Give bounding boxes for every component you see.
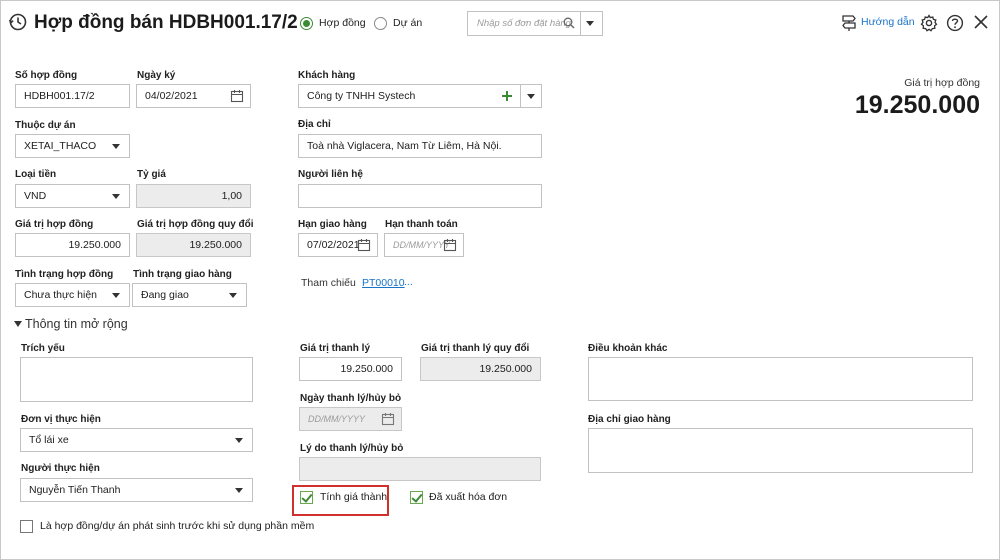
status-value: Chưa thực hiện: [24, 289, 98, 301]
performer-select[interactable]: Nguyễn Tiến Thanh: [20, 478, 253, 502]
chevron-down-icon[interactable]: [112, 293, 120, 298]
rate-label: Tỷ giá: [137, 169, 166, 180]
liquidation-date-label: Ngày thanh lý/hủy bỏ: [300, 393, 402, 404]
reference-link[interactable]: PT00010: [362, 277, 405, 289]
contract-no-input[interactable]: HDBH001.17/2: [15, 84, 130, 108]
unit-value: Tổ lái xe: [29, 434, 69, 446]
delivery-deadline-label: Hạn giao hàng: [298, 219, 367, 230]
liquidation-converted-input: 19.250.000: [420, 357, 541, 381]
currency-label: Loại tiền: [15, 169, 57, 180]
order-search-box[interactable]: Nhập số đơn đặt hàng: [467, 11, 603, 36]
calendar-icon[interactable]: [357, 238, 371, 252]
project-label: Thuộc dự án: [15, 120, 76, 131]
liquidation-converted-label: Giá trị thanh lý quy đổi: [421, 343, 530, 354]
project-select[interactable]: XETAI_THACO: [15, 134, 130, 158]
liquidation-value-input[interactable]: 19.250.000: [299, 357, 402, 381]
summary-textarea[interactable]: [20, 357, 253, 402]
invoiced-checkbox-label: Đã xuất hóa đơn: [429, 491, 508, 503]
performer-label: Người thực hiện: [21, 463, 100, 474]
calendar-icon[interactable]: [443, 238, 457, 252]
chevron-down-icon[interactable]: [112, 194, 120, 199]
contract-value-summary-label: Giá trị hợp đồng: [904, 77, 980, 89]
radio-contract-label: Hợp đồng: [319, 17, 366, 29]
unit-select[interactable]: Tổ lái xe: [20, 428, 253, 452]
sign-date-input[interactable]: 04/02/2021: [136, 84, 251, 108]
payment-deadline-label: Hạn thanh toán: [385, 219, 458, 230]
radio-project[interactable]: [374, 17, 387, 30]
liquidation-reason-label: Lý do thanh lý/hủy bỏ: [300, 443, 404, 454]
delivery-status-label: Tình trạng giao hàng: [133, 269, 232, 280]
search-icon[interactable]: [563, 17, 575, 29]
sign-date-value: 04/02/2021: [145, 90, 198, 102]
delivery-address-textarea[interactable]: [588, 428, 973, 473]
legacy-checkbox[interactable]: [20, 520, 33, 533]
chevron-down-icon[interactable]: [235, 438, 243, 443]
status-select[interactable]: Chưa thực hiện: [15, 283, 130, 307]
other-terms-label: Điều khoản khác: [588, 343, 668, 354]
search-input[interactable]: Nhập số đơn đặt hàng: [477, 18, 571, 29]
payment-deadline-placeholder: DD/MM/YYYY: [393, 240, 451, 250]
help-icon[interactable]: [946, 14, 964, 32]
delivery-deadline-value: 07/02/2021: [307, 239, 360, 251]
status-label: Tình trạng hợp đồng: [15, 269, 114, 280]
value-converted-input: 19.250.000: [136, 233, 251, 257]
legacy-checkbox-label: Là hợp đồng/dự án phát sinh trước khi sử…: [40, 520, 315, 532]
other-terms-textarea[interactable]: [588, 357, 973, 401]
chevron-down-icon[interactable]: [235, 488, 243, 493]
cost-checkbox-label: Tính giá thành: [320, 491, 388, 503]
value-label: Giá trị hợp đồng: [15, 219, 94, 230]
delivery-status-select[interactable]: Đang giao: [132, 283, 247, 307]
guide-icon[interactable]: [841, 14, 857, 32]
liquidation-date-placeholder: DD/MM/YYYY: [308, 414, 366, 424]
value-input[interactable]: 19.250.000: [15, 233, 130, 257]
history-icon[interactable]: [8, 12, 28, 32]
liquidation-reason-input: [299, 457, 541, 481]
delivery-status-value: Đang giao: [141, 289, 189, 301]
extended-section-toggle[interactable]: Thông tin mở rộng: [25, 317, 128, 331]
sign-date-label: Ngày ký: [137, 70, 176, 81]
calendar-icon: [381, 413, 395, 426]
liquidation-date-input: DD/MM/YYYY: [299, 407, 402, 431]
plus-icon[interactable]: [501, 90, 513, 102]
cost-checkbox[interactable]: [300, 491, 313, 504]
address-label: Địa chỉ: [298, 119, 331, 130]
contact-input[interactable]: [298, 184, 542, 208]
calendar-icon[interactable]: [230, 89, 244, 103]
contract-value-summary: 19.250.000: [854, 91, 980, 119]
contact-label: Người liên hệ: [298, 169, 363, 180]
customer-value: Công ty TNHH Systech: [307, 90, 416, 102]
unit-label: Đơn vị thực hiện: [21, 414, 101, 425]
chevron-down-icon[interactable]: [112, 144, 120, 149]
guide-link[interactable]: Hướng dẫn: [861, 16, 915, 28]
chevron-down-icon[interactable]: [527, 94, 535, 99]
reference-label: Tham chiếu: [301, 277, 356, 289]
chevron-down-icon[interactable]: [229, 293, 237, 298]
radio-project-label: Dự án: [393, 17, 423, 29]
summary-label: Trích yếu: [21, 343, 65, 354]
reference-more-link[interactable]: ...: [404, 276, 413, 288]
value-converted-label: Giá trị hợp đồng quy đổi: [137, 219, 254, 230]
customer-label: Khách hàng: [298, 70, 356, 81]
triangle-down-icon[interactable]: [14, 320, 22, 328]
address-input[interactable]: Toà nhà Viglacera, Nam Từ Liêm, Hà Nội.: [298, 134, 542, 158]
currency-value: VND: [24, 190, 47, 202]
project-value: XETAI_THACO: [24, 140, 97, 152]
rate-input: 1,00: [136, 184, 251, 208]
close-icon[interactable]: [973, 14, 989, 30]
performer-value: Nguyễn Tiến Thanh: [29, 484, 121, 496]
liquidation-value-label: Giá trị thanh lý: [300, 343, 371, 354]
page-title: Hợp đồng bán HDBH001.17/2: [34, 12, 298, 33]
radio-contract[interactable]: [300, 17, 313, 30]
customer-select[interactable]: Công ty TNHH Systech: [298, 84, 542, 108]
chevron-down-icon[interactable]: [586, 21, 594, 26]
gear-icon[interactable]: [920, 14, 938, 32]
contract-no-label: Số hợp đồng: [15, 70, 78, 81]
delivery-deadline-input[interactable]: 07/02/2021: [298, 233, 378, 257]
payment-deadline-input[interactable]: DD/MM/YYYY: [384, 233, 464, 257]
delivery-address-label: Địa chỉ giao hàng: [588, 414, 671, 425]
currency-select[interactable]: VND: [15, 184, 130, 208]
invoiced-checkbox[interactable]: [410, 491, 423, 504]
